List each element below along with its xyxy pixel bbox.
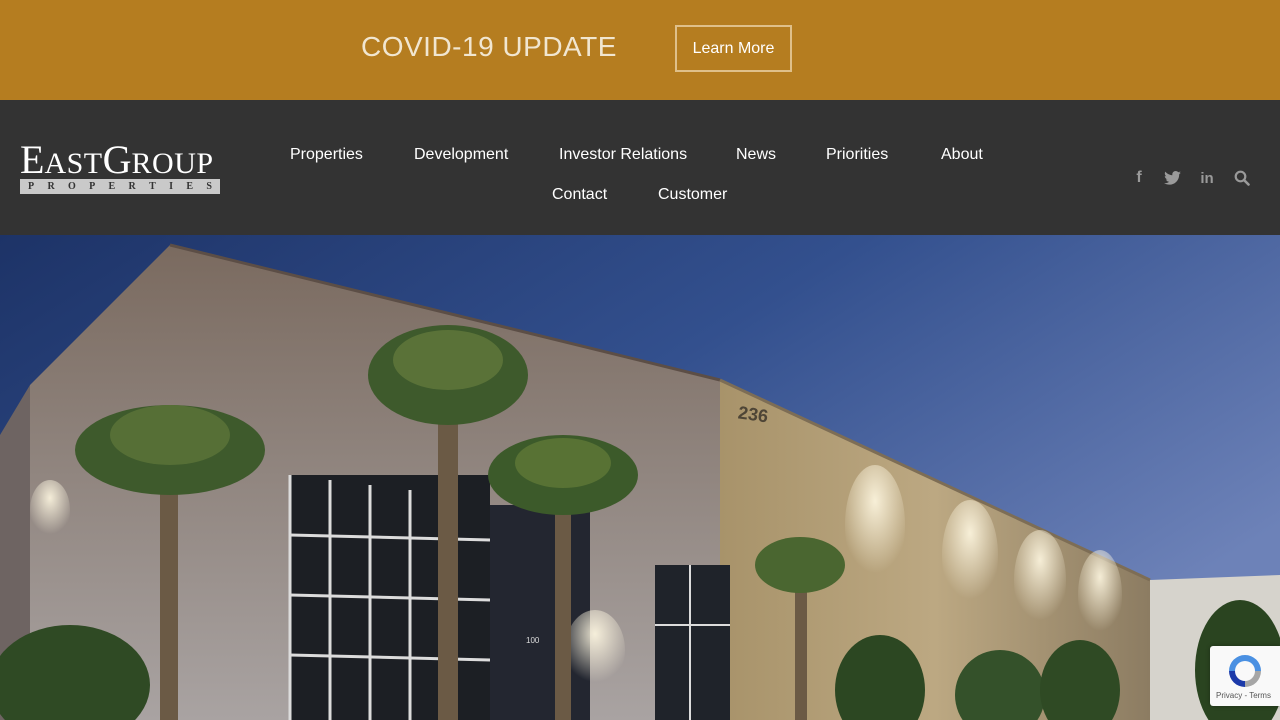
recaptcha-icon (1229, 655, 1261, 687)
nav-item-about[interactable]: About (941, 145, 983, 165)
recaptcha-terms[interactable]: Privacy - Terms (1216, 691, 1271, 700)
nav-item-properties[interactable]: Properties (290, 145, 363, 165)
building-number: 236 (737, 402, 770, 426)
search-icon[interactable] (1231, 169, 1253, 187)
hero-image: 236 100 (0, 235, 1280, 720)
nav-item-contact[interactable]: Contact (552, 185, 607, 205)
logo-tagline: P R O P E R T I E S (20, 179, 220, 194)
door-number: 100 (526, 636, 540, 645)
facebook-icon[interactable]: f (1128, 169, 1150, 187)
learn-more-button[interactable]: Learn More (675, 25, 792, 72)
hero-building-photo: 236 100 (0, 235, 1280, 720)
recaptcha-badge[interactable]: Privacy - Terms (1210, 646, 1280, 706)
nav-item-news[interactable]: News (736, 145, 776, 165)
nav-item-investor-relations[interactable]: Investor Relations (559, 145, 687, 165)
twitter-icon[interactable] (1161, 169, 1183, 187)
linkedin-icon[interactable]: in (1196, 169, 1218, 187)
site-header: EASTGROUP P R O P E R T I E S Properties… (0, 100, 1280, 235)
logo-wordmark: EASTGROUP (20, 137, 214, 182)
banner-title: COVID-19 UPDATE (361, 31, 617, 62)
nav-item-development[interactable]: Development (414, 145, 508, 165)
eastgroup-logo[interactable]: EASTGROUP P R O P E R T I E S (20, 140, 220, 196)
covid-banner: COVID-19 UPDATE Learn More (0, 0, 1280, 100)
nav-item-customer[interactable]: Customer (658, 185, 727, 205)
nav-item-priorities[interactable]: Priorities (826, 145, 888, 165)
